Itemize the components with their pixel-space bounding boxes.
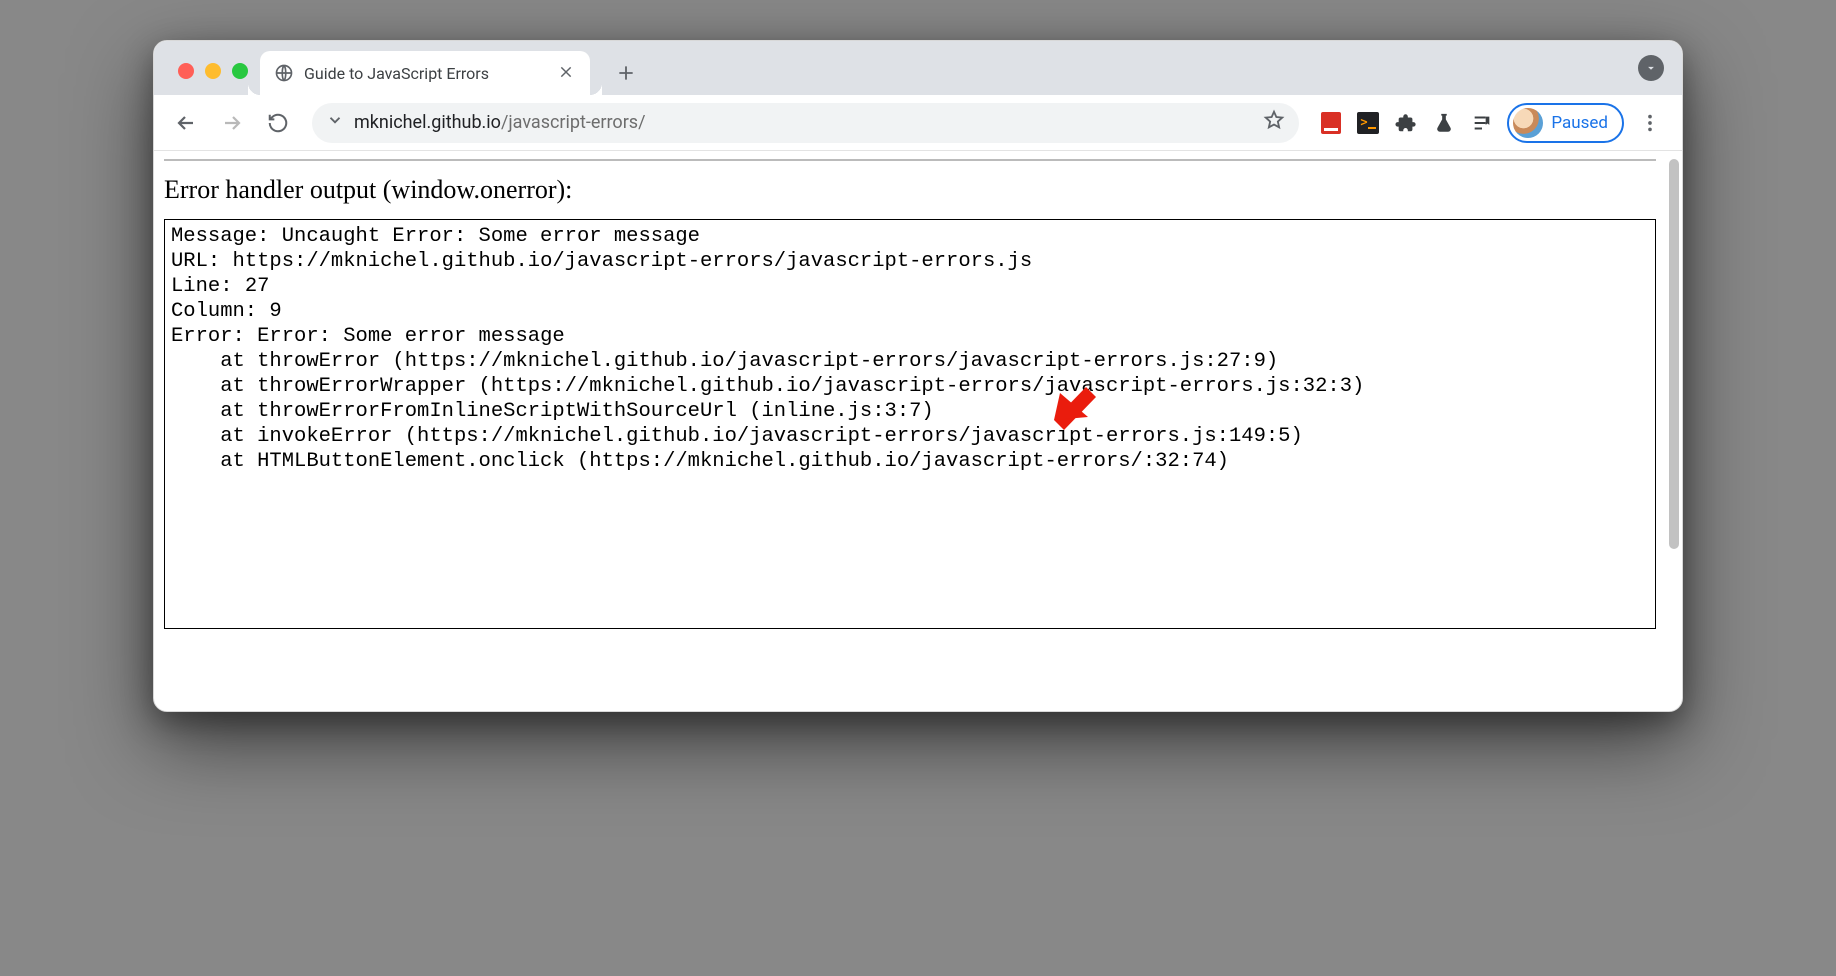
page-content: Error handler output (window.onerror): M… xyxy=(154,151,1666,711)
extension-icon-1[interactable] xyxy=(1321,112,1341,134)
stack-line: at throwError (https://mknichel.github.i… xyxy=(171,350,1278,373)
forward-button[interactable] xyxy=(212,103,252,143)
zoom-window-button[interactable] xyxy=(232,63,248,79)
window-controls xyxy=(168,63,260,95)
address-bar[interactable]: mknichel.github.io/javascript-errors/ xyxy=(312,103,1299,143)
error-output-box: Message: Uncaught Error: Some error mess… xyxy=(164,219,1656,629)
stack-line: at HTMLButtonElement.onclick (https://mk… xyxy=(171,450,1229,473)
labs-flask-icon[interactable] xyxy=(1433,112,1455,134)
scrollbar[interactable] xyxy=(1666,151,1682,711)
tab-strip: Guide to JavaScript Errors xyxy=(154,41,1682,95)
minimize-window-button[interactable] xyxy=(205,63,221,79)
close-window-button[interactable] xyxy=(178,63,194,79)
chrome-menu-button[interactable] xyxy=(1630,103,1670,143)
tab-search-button[interactable] xyxy=(1638,55,1664,81)
stack-line: at throwErrorWrapper (https://mknichel.g… xyxy=(171,375,1364,398)
section-heading: Error handler output (window.onerror): xyxy=(164,175,1656,205)
stack-line: at throwErrorFromInlineScriptWithSourceU… xyxy=(171,400,934,423)
page-viewport: Error handler output (window.onerror): M… xyxy=(154,151,1682,711)
close-tab-icon[interactable] xyxy=(558,64,576,82)
reload-button[interactable] xyxy=(258,103,298,143)
browser-window: Guide to JavaScript Errors xyxy=(153,40,1683,712)
profile-status: Paused xyxy=(1551,113,1608,133)
profile-chip[interactable]: Paused xyxy=(1507,103,1624,143)
new-tab-button[interactable] xyxy=(608,55,644,91)
avatar xyxy=(1513,108,1543,138)
back-button[interactable] xyxy=(166,103,206,143)
extensions-puzzle-icon[interactable] xyxy=(1395,112,1417,134)
url-text: mknichel.github.io/javascript-errors/ xyxy=(354,112,1253,133)
scrollbar-thumb[interactable] xyxy=(1669,159,1679,549)
extension-icon-2[interactable] xyxy=(1357,112,1379,134)
stack-line: at invokeError (https://mknichel.github.… xyxy=(171,425,1303,448)
browser-tab[interactable]: Guide to JavaScript Errors xyxy=(260,51,590,95)
extension-icons xyxy=(1313,112,1501,134)
reading-list-icon[interactable] xyxy=(1471,112,1493,134)
bookmark-star-icon[interactable] xyxy=(1263,109,1285,136)
globe-icon xyxy=(274,63,294,83)
site-info-icon[interactable] xyxy=(326,111,344,134)
horizontal-rule xyxy=(164,159,1656,161)
tab-title: Guide to JavaScript Errors xyxy=(304,64,548,83)
toolbar: mknichel.github.io/javascript-errors/ Pa… xyxy=(154,95,1682,151)
